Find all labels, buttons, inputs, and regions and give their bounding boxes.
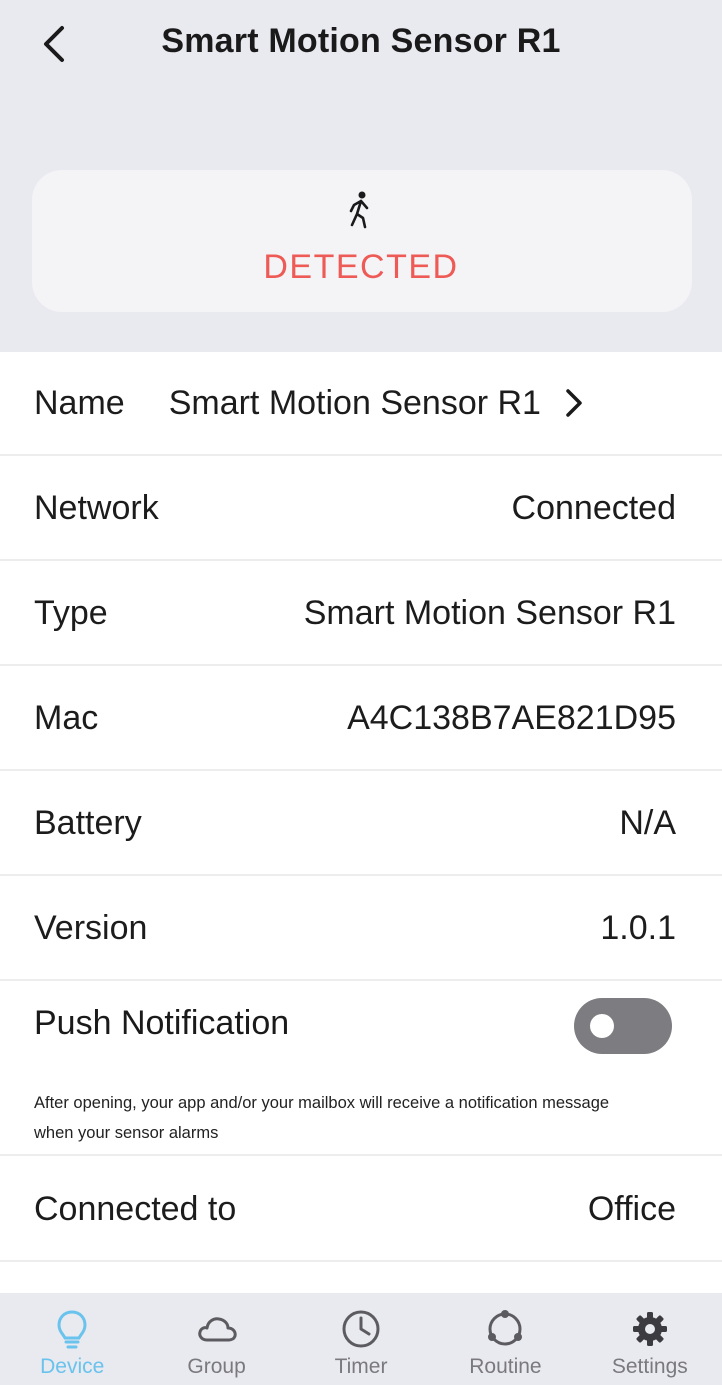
motion-status-text: DETECTED <box>263 248 459 286</box>
connected-to-value: Office <box>587 1189 676 1228</box>
toggle-knob <box>590 1014 614 1038</box>
tab-routine[interactable]: Routine <box>433 1293 577 1385</box>
tab-settings-label: Settings <box>611 1355 688 1378</box>
push-notification-label: Push Notification <box>34 1004 290 1042</box>
tab-routine-label: Routine <box>469 1355 542 1378</box>
page-title: Smart Motion Sensor R1 <box>161 22 561 60</box>
tab-timer-label: Timer <box>334 1355 388 1378</box>
connected-to-row: Connected to Office <box>0 1158 722 1262</box>
tab-settings[interactable]: Settings <box>578 1293 722 1385</box>
type-label: Type <box>34 593 108 632</box>
name-row[interactable]: Name Smart Motion Sensor R1 <box>0 352 722 456</box>
mac-label: Mac <box>34 698 99 737</box>
clock-icon <box>342 1310 380 1348</box>
cloud-icon <box>197 1317 237 1342</box>
version-value: 1.0.1 <box>600 908 676 947</box>
chevron-right-icon <box>566 389 582 417</box>
lightbulb-icon <box>57 1310 87 1349</box>
tab-group-label: Group <box>187 1355 246 1378</box>
routine-cycle-icon <box>488 1310 523 1346</box>
gear-icon <box>632 1312 667 1346</box>
mac-row: Mac A4C138B7AE821D95 <box>0 667 722 771</box>
version-label: Version <box>34 908 148 947</box>
battery-value: N/A <box>619 803 676 842</box>
name-label: Name <box>34 383 125 422</box>
connected-to-label: Connected to <box>34 1189 237 1228</box>
tab-group[interactable]: Group <box>144 1293 288 1385</box>
mac-value: A4C138B7AE821D95 <box>347 698 676 737</box>
tab-device-label: Device <box>40 1355 105 1378</box>
push-notification-section: Push Notification After opening, your ap… <box>0 984 722 1156</box>
battery-label: Battery <box>34 803 142 842</box>
battery-row: Battery N/A <box>0 772 722 876</box>
name-value: Smart Motion Sensor R1 <box>168 383 541 422</box>
network-row: Network Connected <box>0 457 722 561</box>
tab-device[interactable]: Device <box>0 1293 144 1385</box>
type-row: Type Smart Motion Sensor R1 <box>0 562 722 666</box>
bottom-tab-bar: Device Group Timer Routine Settings <box>0 1293 722 1385</box>
push-notification-description: After opening, your app and/or your mail… <box>34 1094 610 1142</box>
push-notification-toggle[interactable] <box>574 998 672 1054</box>
tab-timer[interactable]: Timer <box>289 1293 433 1385</box>
type-value: Smart Motion Sensor R1 <box>303 593 676 632</box>
walking-person-icon <box>349 191 369 229</box>
version-row: Version 1.0.1 <box>0 877 722 981</box>
network-label: Network <box>34 488 159 527</box>
network-value: Connected <box>511 488 676 527</box>
